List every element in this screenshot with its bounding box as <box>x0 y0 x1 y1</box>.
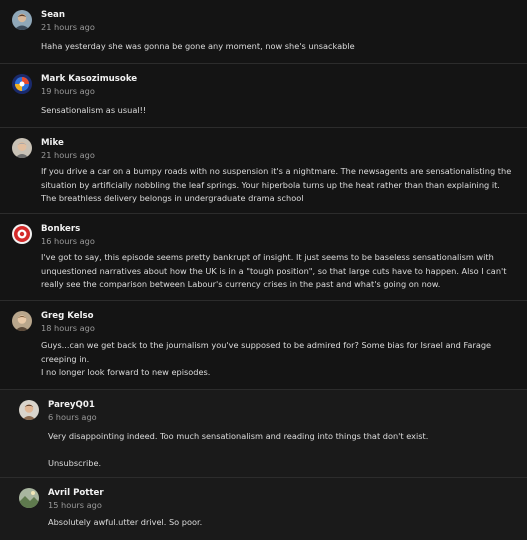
avatar[interactable] <box>12 311 32 331</box>
avatar[interactable] <box>19 488 39 508</box>
person-photo-avatar-icon <box>12 10 32 30</box>
comment-text: If you drive a car on a bumpy roads with… <box>41 165 517 206</box>
author-name[interactable]: PareyQ01 <box>48 399 97 411</box>
avatar[interactable] <box>12 74 32 94</box>
person-photo-avatar-icon <box>12 138 32 158</box>
comment-timestamp: 21 hours ago <box>41 150 95 160</box>
reply-item: PareyQ01 6 hours ago Very disappointing … <box>0 390 527 478</box>
comment-line: Very disappointing indeed. Too much sens… <box>48 431 429 441</box>
author-name[interactable]: Avril Potter <box>48 487 104 499</box>
person-photo-avatar-icon <box>19 400 39 420</box>
comment-line: I've got to say, this episode seems pret… <box>41 252 507 290</box>
person-photo-avatar-icon <box>12 311 32 331</box>
comment-text: I've got to say, this episode seems pret… <box>41 251 517 292</box>
comment-line: Sensationalism as usual!! <box>41 105 147 115</box>
comment-line: I no longer look forward to new episodes… <box>41 367 211 378</box>
comment-timestamp: 16 hours ago <box>41 236 95 246</box>
comment-item: Mark Kasozimusoke 19 hours ago Sensation… <box>0 64 527 128</box>
comment-line: Haha yesterday she was gonna be gone any… <box>41 41 355 51</box>
comment-text: Very disappointing indeed. Too much sens… <box>48 430 517 470</box>
avatar[interactable] <box>19 400 39 420</box>
reply-item: Avril Potter 15 hours ago Absolutely awf… <box>0 478 527 540</box>
comment-text: Absolutely awful.utter drivel. So poor. <box>48 516 517 530</box>
comment-item: Mike 21 hours ago If you drive a car on … <box>0 128 527 214</box>
comment-line: Absolutely awful.utter drivel. So poor. <box>48 517 203 527</box>
comment-text: Guys...can we get back to the journalism… <box>41 339 517 380</box>
comment-line: Unsubscribe. <box>48 457 102 468</box>
colorful-logo-avatar-icon <box>12 74 32 94</box>
comment-item: Greg Kelso 18 hours ago Guys...can we ge… <box>0 301 527 390</box>
author-name[interactable]: Mark Kasozimusoke <box>41 73 137 85</box>
avatar[interactable] <box>12 138 32 158</box>
comment-timestamp: 15 hours ago <box>48 500 102 510</box>
author-name[interactable]: Greg Kelso <box>41 310 95 322</box>
red-emblem-avatar-icon <box>12 224 32 244</box>
comment-line: If you drive a car on a bumpy roads with… <box>41 166 512 204</box>
author-name[interactable]: Mike <box>41 137 95 149</box>
author-name[interactable]: Sean <box>41 9 95 21</box>
comments-feed: Sean 21 hours ago Haha yesterday she was… <box>0 0 527 540</box>
author-name[interactable]: Bonkers <box>41 223 95 235</box>
comment-text: Sensationalism as usual!! <box>41 104 517 118</box>
landscape-photo-avatar-icon <box>19 488 39 508</box>
comment-item: Sean 21 hours ago Haha yesterday she was… <box>0 0 527 64</box>
comment-timestamp: 18 hours ago <box>41 323 95 333</box>
comment-item: Bonkers 16 hours ago I've got to say, th… <box>0 214 527 301</box>
avatar[interactable] <box>12 10 32 30</box>
comment-timestamp: 6 hours ago <box>48 412 97 422</box>
avatar[interactable] <box>12 224 32 244</box>
comment-timestamp: 19 hours ago <box>41 86 95 96</box>
comment-line: Guys...can we get back to the journalism… <box>41 340 492 364</box>
comment-timestamp: 21 hours ago <box>41 22 95 32</box>
comment-text: Haha yesterday she was gonna be gone any… <box>41 40 517 54</box>
